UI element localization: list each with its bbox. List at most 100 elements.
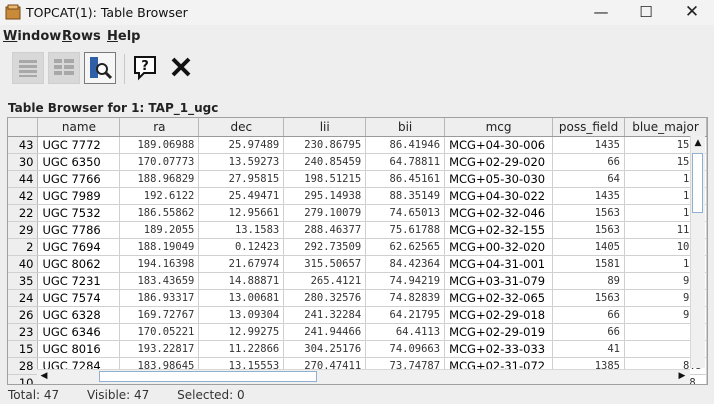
- table-row[interactable]: 42 UGC 7989 192.6122 25.49471 295.14938 88.35…: [8, 187, 707, 205]
- row-index[interactable]: 40: [8, 255, 39, 273]
- cell-dec[interactable]: 25.97489: [198, 136, 285, 154]
- table-row[interactable]: 30 UGC 6350 170.07773 13.59273 240.85459 64.7…: [8, 153, 707, 171]
- close-button[interactable]: [166, 52, 198, 84]
- column-header-lii[interactable]: lii: [283, 118, 367, 137]
- table-row[interactable]: 24 UGC 7574 186.93317 13.00681 280.32576 74.8…: [8, 289, 707, 307]
- row-index[interactable]: 24: [8, 289, 39, 307]
- cell-dec[interactable]: 27.95815: [198, 170, 285, 188]
- table-row[interactable]: 35 UGC 7231 183.43659 14.88871 265.4121 74.94…: [8, 272, 707, 290]
- menu-rows[interactable]: Rows: [62, 29, 101, 44]
- horizontal-scroll-thumb[interactable]: [99, 371, 317, 382]
- cell-poss-field[interactable]: 1581: [552, 255, 626, 273]
- cell-mcg[interactable]: MCG+02-29-019: [444, 323, 554, 341]
- row-index[interactable]: 2: [8, 238, 39, 256]
- cell-lii[interactable]: 241.32284: [283, 306, 367, 324]
- cell-poss-field[interactable]: 41: [552, 340, 626, 358]
- row-index[interactable]: 22: [8, 204, 39, 222]
- cell-name[interactable]: UGC 7532: [37, 204, 121, 222]
- cell-dec[interactable]: 25.49471: [198, 187, 285, 205]
- column-header-poss-field[interactable]: poss_field: [552, 118, 626, 137]
- table-row[interactable]: 22 UGC 7532 186.55862 12.95661 279.10079 74.6…: [8, 204, 707, 222]
- cell-ra[interactable]: 192.6122: [119, 187, 200, 205]
- cell-ra[interactable]: 186.55862: [119, 204, 200, 222]
- row-index[interactable]: 35: [8, 272, 39, 290]
- column-header-bii[interactable]: bii: [365, 118, 446, 137]
- cell-ra[interactable]: 193.22817: [119, 340, 200, 358]
- cell-mcg[interactable]: MCG+02-32-155: [444, 221, 554, 239]
- cell-mcg[interactable]: MCG+04-30-022: [444, 187, 554, 205]
- column-header-dec[interactable]: dec: [198, 118, 285, 137]
- cell-bii[interactable]: 64.4113: [365, 323, 446, 341]
- cell-name[interactable]: UGC 8062: [37, 255, 121, 273]
- cell-mcg[interactable]: MCG+05-30-030: [444, 170, 554, 188]
- menu-window[interactable]: Window: [3, 29, 61, 44]
- row-index[interactable]: 42: [8, 187, 39, 205]
- row-index[interactable]: 44: [8, 170, 39, 188]
- cell-poss-field[interactable]: 1435: [552, 136, 626, 154]
- toolbar-button-1[interactable]: [12, 52, 44, 84]
- cell-bii[interactable]: 62.62565: [365, 238, 446, 256]
- cell-mcg[interactable]: MCG+03-31-079: [444, 272, 554, 290]
- table-row[interactable]: 23 UGC 6346 170.05221 12.99275 241.94466 64.4…: [8, 323, 707, 341]
- cell-dec[interactable]: 21.67974: [198, 255, 285, 273]
- cell-ra[interactable]: 169.72767: [119, 306, 200, 324]
- cell-lii[interactable]: 241.94466: [283, 323, 367, 341]
- table-row[interactable]: 43 UGC 7772 189.06988 25.97489 230.86795 86.4…: [8, 136, 707, 154]
- table-row[interactable]: 26 UGC 6328 169.72767 13.09304 241.32284 64.2…: [8, 306, 707, 324]
- column-search-button[interactable]: [84, 52, 116, 84]
- cell-name[interactable]: UGC 7772: [37, 136, 121, 154]
- cell-poss-field[interactable]: 66: [552, 153, 626, 171]
- cell-name[interactable]: UGC 7766: [37, 170, 121, 188]
- row-index[interactable]: 26: [8, 306, 39, 324]
- cell-lii[interactable]: 230.86795: [283, 136, 367, 154]
- cell-bii[interactable]: 86.41946: [365, 136, 446, 154]
- row-index[interactable]: 29: [8, 221, 39, 239]
- table-row[interactable]: 40 UGC 8062 194.16398 21.67974 315.50657 84.4…: [8, 255, 707, 273]
- cell-name[interactable]: UGC 6346: [37, 323, 121, 341]
- cell-ra[interactable]: 186.93317: [119, 289, 200, 307]
- column-header-index[interactable]: [8, 118, 39, 137]
- cell-mcg[interactable]: MCG+02-29-020: [444, 153, 554, 171]
- cell-lii[interactable]: 279.10079: [283, 204, 367, 222]
- table-row[interactable]: 44 UGC 7766 188.96829 27.95815 198.51215 86.4…: [8, 170, 707, 188]
- window-close-button[interactable]: ✕: [669, 0, 714, 25]
- cell-lii[interactable]: 240.85459: [283, 153, 367, 171]
- cell-ra[interactable]: 189.2055: [119, 221, 200, 239]
- cell-bii[interactable]: 74.65013: [365, 204, 446, 222]
- row-index[interactable]: 23: [8, 323, 39, 341]
- cell-mcg[interactable]: MCG+04-30-006: [444, 136, 554, 154]
- scroll-left-arrow-icon[interactable]: ◀: [37, 371, 51, 381]
- cell-dec[interactable]: 13.00681: [198, 289, 285, 307]
- cell-bii[interactable]: 75.61788: [365, 221, 446, 239]
- cell-bii[interactable]: 64.21795: [365, 306, 446, 324]
- cell-name[interactable]: UGC 8016: [37, 340, 121, 358]
- cell-lii[interactable]: 315.50657: [283, 255, 367, 273]
- cell-mcg[interactable]: MCG+04-31-001: [444, 255, 554, 273]
- cell-ra[interactable]: 170.07773: [119, 153, 200, 171]
- cell-ra[interactable]: 194.16398: [119, 255, 200, 273]
- cell-poss-field[interactable]: 1563: [552, 221, 626, 239]
- cell-poss-field[interactable]: 89: [552, 272, 626, 290]
- cell-lii[interactable]: 280.32576: [283, 289, 367, 307]
- cell-poss-field[interactable]: 1405: [552, 238, 626, 256]
- toolbar-button-2[interactable]: [48, 52, 80, 84]
- cell-mcg[interactable]: MCG+02-33-033: [444, 340, 554, 358]
- cell-bii[interactable]: 74.09663: [365, 340, 446, 358]
- cell-poss-field[interactable]: 66: [552, 306, 626, 324]
- cell-name[interactable]: UGC 7574: [37, 289, 121, 307]
- cell-ra[interactable]: 170.05221: [119, 323, 200, 341]
- cell-name[interactable]: UGC 6328: [37, 306, 121, 324]
- scroll-right-arrow-icon[interactable]: ▶: [675, 371, 689, 381]
- cell-lii[interactable]: 295.14938: [283, 187, 367, 205]
- row-index[interactable]: 30: [8, 153, 39, 171]
- help-button[interactable]: ?: [130, 52, 162, 84]
- table-row[interactable]: 29 UGC 7786 189.2055 13.1583 288.46377 75.617…: [8, 221, 707, 239]
- data-table[interactable]: name ra dec lii bii mcg poss_field blue_major 4…: [8, 118, 707, 384]
- cell-name[interactable]: UGC 6350: [37, 153, 121, 171]
- cell-bii[interactable]: 88.35149: [365, 187, 446, 205]
- cell-name[interactable]: UGC 7694: [37, 238, 121, 256]
- maximize-button[interactable]: ☐: [623, 0, 669, 25]
- table-row[interactable]: 2 UGC 7694 188.19049 0.12423 292.73509 62.625…: [8, 238, 707, 256]
- table-row[interactable]: 15 UGC 8016 193.22817 11.22866 304.25176 74.0…: [8, 340, 707, 358]
- cell-poss-field[interactable]: 64: [552, 170, 626, 188]
